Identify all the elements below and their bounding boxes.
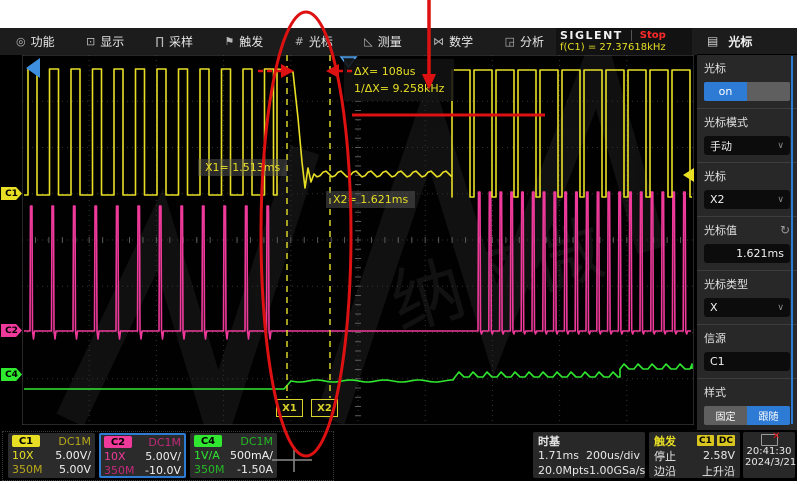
datetime-panel: ✕ 20:41:30 2024/3/21 [743, 432, 795, 478]
cursor-value-label: 光标值 ↻ [704, 222, 790, 238]
chevron-down-icon: ∨ [777, 303, 784, 313]
clock-time: 20:41:30 [745, 446, 793, 457]
menu-analysis[interactable]: ◲分析 [505, 33, 544, 50]
cursor-select-label: 光标 [704, 168, 790, 184]
measure-icon: ◺ [364, 35, 372, 48]
delay-offscreen-marker[interactable] [26, 58, 40, 78]
delta-x-value: ΔX= 108us [354, 63, 444, 80]
cursor-value-field[interactable]: 1.621ms [704, 244, 790, 263]
cursors-dialog-header[interactable]: ▤ 光标 [697, 28, 797, 55]
menu-display[interactable]: ⊡显示 [86, 33, 124, 50]
trigger-frequency-counter: f(C1) = 27.37618kHz [560, 42, 688, 53]
sidebar-scrollbar[interactable] [791, 56, 793, 424]
style-label: 样式 [704, 384, 790, 400]
trigger-level-marker[interactable] [683, 168, 694, 182]
chevron-down-icon: ∨ [777, 141, 784, 151]
display-icon: ⊡ [86, 35, 95, 48]
x1-cursor-handle[interactable]: X1 [276, 399, 303, 417]
channel-c4-descriptor[interactable]: C4DC1M 1V/A500mA/ 350M-1.50A [190, 433, 277, 478]
logo-status-block: SIGLENT Stop f(C1) = 27.37618kHz [556, 28, 692, 55]
trigger-coupling-badge: DC [717, 435, 735, 446]
network-disconnected-icon[interactable]: ✕ [761, 434, 778, 446]
dialog-title: 光标 [728, 33, 752, 50]
inverse-delta-x-value: 1/ΔX= 9.258kHz [354, 80, 444, 97]
cursors-dialog: ▤ 光标 光标 on 光标模式 手动 ∨ 光标 X2 ∨ 光 [697, 28, 797, 430]
trigger-source-badge: C1 [697, 435, 714, 446]
offset-cross-icon [265, 438, 320, 474]
menu-measure[interactable]: ◺测量 [364, 33, 401, 50]
style-follow-button[interactable]: 跟随 [747, 406, 790, 425]
trigger-panel[interactable]: 触发 C1 DC 停止2.58V 边沿上升沿 [649, 432, 740, 478]
clipboard-icon: ▤ [707, 34, 718, 48]
timebase-panel[interactable]: 时基 1.71ms200us/div 20.0Mpts1.00GSa/s [533, 432, 645, 478]
oscilloscope-screen-capture: { "menu": { "items": [ {"icon": "◎", "ic… [0, 0, 810, 484]
siglent-logo: SIGLENT [560, 29, 623, 42]
menu-math[interactable]: ⋈数学 [433, 33, 473, 50]
c4-badge: C4 [194, 435, 222, 447]
trigger-flag-icon: ⚑ [224, 35, 234, 48]
cursor-delta-readout: ΔX= 108us 1/ΔX= 9.258kHz [344, 59, 454, 101]
x2-cursor-handle[interactable]: X2 [311, 399, 338, 417]
menu-utility[interactable]: ◎功能 [16, 33, 55, 50]
cursors-enable-label: 光标 [704, 60, 790, 76]
c1-badge: C1 [12, 435, 40, 447]
gear-icon: ◎ [16, 35, 26, 48]
cursor-mode-label: 光标模式 [704, 114, 790, 130]
c2-badge: C2 [104, 436, 132, 448]
status-bar: C1DC1M 10X5.00V/ 350M5.00V C2DC1M 10X5.0… [0, 430, 797, 481]
waveform-display: 纳芯微 [22, 55, 694, 425]
x2-cursor-readout: X2= 1.621ms [326, 191, 415, 208]
channel-c1-descriptor[interactable]: C1DC1M 10X5.00V/ 350M5.00V [8, 433, 95, 478]
source-select[interactable]: C1 [704, 352, 790, 371]
source-label: 信源 [704, 330, 790, 346]
menu-cursors[interactable]: #光标 [295, 33, 333, 50]
style-segment: 固定 跟随 [704, 406, 790, 425]
analysis-icon: ◲ [505, 35, 515, 48]
menu-trigger[interactable]: ⚑触发 [224, 33, 263, 50]
cursor-mode-select[interactable]: 手动 ∨ [704, 136, 790, 155]
chevron-down-icon: ∨ [777, 195, 784, 205]
toggle-off[interactable] [747, 82, 790, 101]
menu-acquire[interactable]: ∏采样 [156, 33, 193, 50]
math-icon: ⋈ [433, 35, 444, 48]
cursors-toggle[interactable]: on [704, 82, 790, 101]
cursor-type-select[interactable]: X ∨ [704, 298, 790, 317]
cursor-select[interactable]: X2 ∨ [704, 190, 790, 209]
channel-c2-descriptor[interactable]: C2DC1M 10X5.00V/ 350M-10.0V [99, 433, 186, 478]
cursor-icon: # [295, 35, 304, 48]
refresh-icon[interactable]: ↻ [780, 223, 790, 237]
acquire-icon: ∏ [156, 35, 164, 48]
style-fixed-button[interactable]: 固定 [704, 406, 747, 425]
x1-cursor-readout: X1= 1.513ms [198, 159, 287, 176]
toggle-on[interactable]: on [704, 82, 747, 101]
run-state-badge: Stop [631, 30, 666, 41]
clock-date: 2024/3/21 [745, 457, 793, 468]
cursor-type-label: 光标类型 [704, 276, 790, 292]
